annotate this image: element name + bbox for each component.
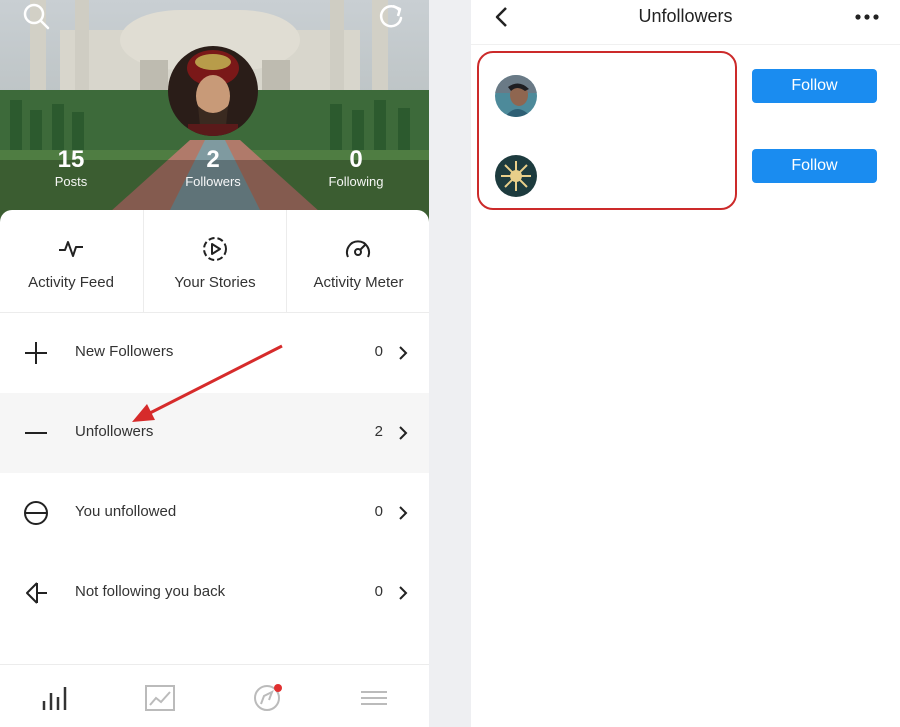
panel-gap xyxy=(429,0,471,727)
stat-posts[interactable]: 15 Posts xyxy=(21,146,121,190)
row-label: You unfollowed xyxy=(75,503,177,520)
tile-label: Activity Feed xyxy=(28,274,114,291)
stat-value: 2 xyxy=(206,146,220,173)
pulse-icon xyxy=(59,241,83,257)
app-screen-profile: 15 Posts 2 Followers 0 Following Activit… xyxy=(0,0,429,727)
line-chart-icon[interactable] xyxy=(143,683,177,713)
stat-value: 0 xyxy=(349,146,363,173)
more-options-icon[interactable] xyxy=(854,6,880,28)
app-screen-unfollowers: Unfollowers Follow Follow xyxy=(471,0,900,727)
stat-label: Following xyxy=(328,174,384,189)
profile-header: 15 Posts 2 Followers 0 Following xyxy=(0,0,429,230)
tile-activity-meter[interactable]: Activity Meter xyxy=(286,210,429,312)
row-label: Unfollowers xyxy=(75,423,154,440)
menu-row-unfollowers[interactable]: Unfollowers 2 xyxy=(0,393,429,473)
play-circle-icon xyxy=(203,237,227,261)
menu-row-not-following-back[interactable]: Not following you back 0 xyxy=(0,553,429,633)
feature-tiles: Activity Feed Your Stories Activity Mete… xyxy=(0,210,429,313)
row-label: Not following you back xyxy=(75,583,226,600)
bottom-tab-bar xyxy=(0,664,429,727)
profile-avatar[interactable] xyxy=(168,46,258,136)
row-count: 0 xyxy=(374,503,383,520)
menu-row-new-followers[interactable]: New Followers 0 xyxy=(0,313,429,393)
stat-followers[interactable]: 2 Followers xyxy=(163,146,263,190)
row-label: New Followers xyxy=(75,343,174,360)
chevron-right-icon xyxy=(399,586,408,600)
chevron-right-icon xyxy=(399,506,408,520)
search-icon[interactable] xyxy=(20,0,52,32)
stat-label: Followers xyxy=(185,174,241,189)
follow-button[interactable]: Follow xyxy=(752,149,877,183)
tile-activity-feed[interactable]: Activity Feed xyxy=(0,210,142,312)
tile-label: Activity Meter xyxy=(313,274,404,291)
menu-row-you-unfollowed[interactable]: You unfollowed 0 xyxy=(0,473,429,553)
row-count: 2 xyxy=(374,423,383,440)
top-bar: Unfollowers xyxy=(471,0,900,45)
circle-minus-icon xyxy=(24,501,48,525)
follow-button[interactable]: Follow xyxy=(752,69,877,103)
stat-value: 15 xyxy=(57,146,85,173)
compass-icon[interactable] xyxy=(250,683,284,713)
menu-card: Activity Feed Your Stories Activity Mete… xyxy=(0,210,429,727)
row-count: 0 xyxy=(374,343,383,360)
row-count: 0 xyxy=(374,583,383,600)
chevron-right-icon xyxy=(399,346,408,360)
arrow-left-icon xyxy=(26,582,47,604)
minus-icon xyxy=(25,432,47,434)
tile-your-stories[interactable]: Your Stories xyxy=(143,210,286,312)
stat-label: Posts xyxy=(54,174,88,189)
page-title: Unfollowers xyxy=(638,6,733,26)
chevron-right-icon xyxy=(399,426,408,440)
refresh-icon[interactable] xyxy=(375,0,407,32)
highlight-box xyxy=(477,51,737,210)
tile-label: Your Stories xyxy=(174,274,256,291)
meter-icon xyxy=(346,240,370,258)
menu-icon[interactable] xyxy=(357,683,391,713)
stat-following[interactable]: 0 Following xyxy=(306,146,406,190)
bar-chart-icon[interactable] xyxy=(38,683,72,713)
plus-icon xyxy=(25,342,47,364)
